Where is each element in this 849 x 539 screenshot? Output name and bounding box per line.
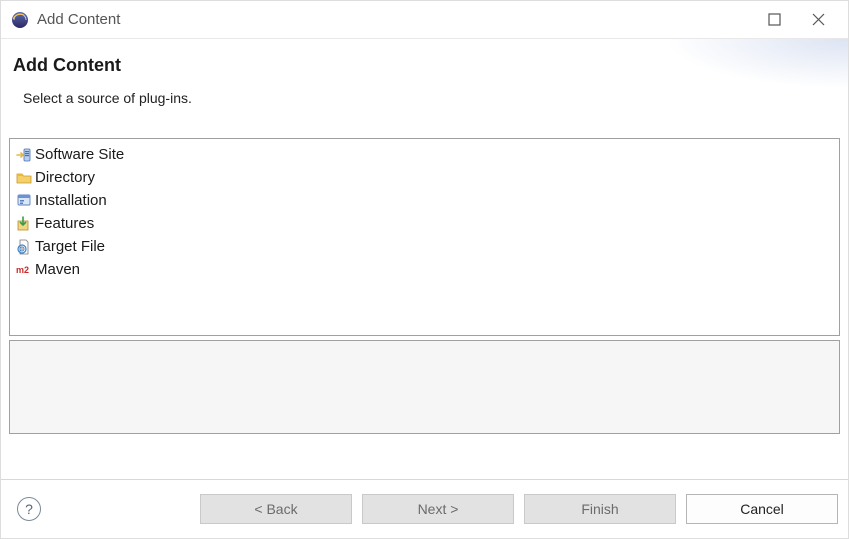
description-panel <box>9 340 840 434</box>
installation-icon <box>16 193 32 209</box>
help-button[interactable]: ? <box>17 497 41 521</box>
source-label: Software Site <box>35 146 124 163</box>
window-title: Add Content <box>37 11 762 28</box>
back-button: < Back <box>200 494 352 524</box>
folder-icon <box>16 170 32 186</box>
source-maven[interactable]: m2 Maven <box>12 258 837 281</box>
close-button[interactable] <box>806 8 830 32</box>
source-list[interactable]: Software Site Directory Installation <box>9 138 840 336</box>
source-label: Maven <box>35 261 80 278</box>
maven-icon: m2 <box>16 262 32 278</box>
eclipse-icon <box>11 11 29 29</box>
source-label: Target File <box>35 238 105 255</box>
source-features[interactable]: Features <box>12 212 837 235</box>
help-icon: ? <box>25 501 33 517</box>
page-title: Add Content <box>13 55 830 76</box>
svg-text:m2: m2 <box>16 265 29 275</box>
source-installation[interactable]: Installation <box>12 189 837 212</box>
finish-button: Finish <box>524 494 676 524</box>
cancel-button[interactable]: Cancel <box>686 494 838 524</box>
source-label: Features <box>35 215 94 232</box>
target-file-icon <box>16 239 32 255</box>
next-button: Next > <box>362 494 514 524</box>
features-icon <box>16 216 32 232</box>
wizard-footer: ? < Back Next > Finish Cancel <box>1 479 848 538</box>
maximize-button[interactable] <box>762 8 786 32</box>
source-label: Installation <box>35 192 107 209</box>
wizard-header: Add Content Select a source of plug-ins. <box>1 39 848 130</box>
main-content: Software Site Directory Installation <box>1 130 848 479</box>
window-controls <box>762 8 838 32</box>
source-software-site[interactable]: Software Site <box>12 143 837 166</box>
titlebar: Add Content <box>1 1 848 39</box>
button-row: < Back Next > Finish Cancel <box>200 494 838 524</box>
software-site-icon <box>16 147 32 163</box>
source-target-file[interactable]: Target File <box>12 235 837 258</box>
source-directory[interactable]: Directory <box>12 166 837 189</box>
source-label: Directory <box>35 169 95 186</box>
page-subtitle: Select a source of plug-ins. <box>13 90 830 106</box>
